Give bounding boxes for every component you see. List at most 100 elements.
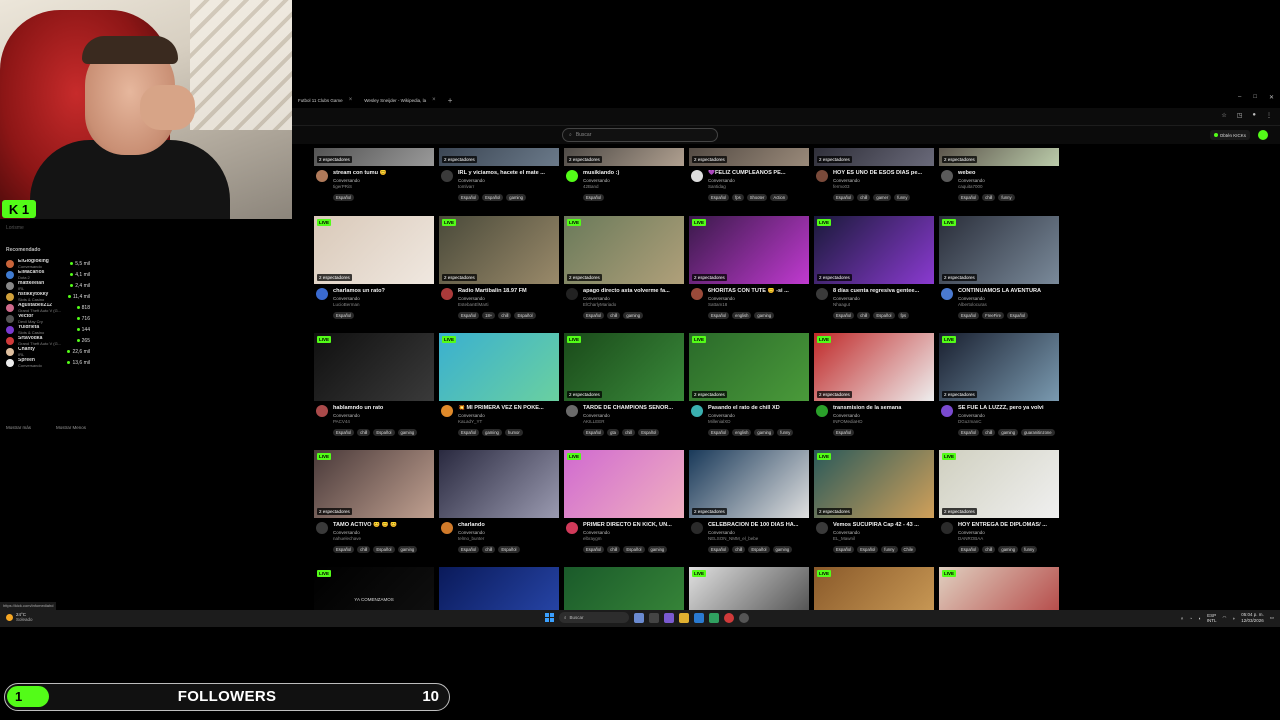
avatar[interactable] [441, 170, 453, 182]
language-indicator[interactable]: ESP INTL [1207, 613, 1217, 623]
tag-chip[interactable]: Español [857, 546, 879, 553]
tag-chip[interactable]: gaming [506, 194, 527, 201]
tag-chip[interactable]: Español [833, 194, 855, 201]
streamer-name[interactable]: Albertolocuras [958, 302, 987, 307]
stream-title[interactable]: CONTINUAMOS LA AVENTURA [958, 288, 1058, 294]
tag-chip[interactable]: Español [833, 429, 855, 436]
stream-title[interactable]: Pasando el rato de chill XD [708, 405, 808, 411]
stream-title[interactable]: PRIMER DIRECTO EN KICK, UN... [583, 522, 683, 528]
stream-category[interactable]: Conversando [458, 178, 485, 183]
tag-chip[interactable]: Español [482, 194, 504, 201]
tag-chip[interactable]: gaming [623, 312, 644, 319]
stream-card[interactable]: 2 espectadores webeo Conversando caquita700… [939, 148, 1059, 214]
tag-chip[interactable]: Español [514, 312, 536, 319]
tag-chip[interactable]: gaming [647, 546, 668, 553]
stream-thumbnail[interactable]: LIVE [814, 567, 934, 610]
stream-title[interactable]: hablamndo un rato [333, 405, 433, 411]
tag-chip[interactable]: Español [708, 194, 730, 201]
stream-thumbnail[interactable]: LIVE 2 espectadores [564, 333, 684, 401]
tag-chip[interactable]: chill [498, 312, 512, 319]
stream-card[interactable]: 2 espectadores IRL y viciamos, hacete el … [439, 148, 559, 214]
tag-chip[interactable]: gaming [998, 429, 1019, 436]
close-icon[interactable]: × [432, 97, 436, 103]
avatar[interactable] [441, 288, 453, 300]
tag-chip[interactable]: gta [607, 429, 619, 436]
stream-thumbnail[interactable]: LIVE 2 espectadores [689, 216, 809, 284]
stream-title[interactable]: stream con tumu 😊 [333, 170, 433, 176]
stream-card[interactable]: 2 espectadores CELEBRACION DE 100 DIAS HA… [689, 450, 809, 566]
streamer-name[interactable]: Santidag [708, 184, 726, 189]
avatar[interactable] [691, 405, 703, 417]
tag-chip[interactable]: gaming [772, 546, 793, 553]
tag-chip[interactable]: gaming [754, 312, 775, 319]
streamer-name[interactable]: DGuzmanC [958, 419, 982, 424]
stream-thumbnail[interactable]: LIVE 2 espectadores [689, 333, 809, 401]
streamer-name[interactable]: MillenialXD [708, 419, 731, 424]
streamer-name[interactable]: tomlvarr [458, 184, 474, 189]
avatar[interactable] [816, 288, 828, 300]
sidebar-channel[interactable]: ElGlogloking Conversando 5,5 mil [6, 258, 90, 269]
stream-thumbnail[interactable]: 2 espectadores [689, 450, 809, 518]
streamer-name[interactable]: LucioBerman [333, 302, 360, 307]
stream-card[interactable]: LIVE 2 espectadores Pasando el rato de chi… [689, 333, 809, 449]
tag-chip[interactable]: Shooter [746, 194, 768, 201]
streamer-name[interactable]: INFOMediaHD [833, 419, 863, 424]
stream-category[interactable]: Conversando [708, 413, 735, 418]
stream-category[interactable]: Conversando [333, 296, 360, 301]
stream-title[interactable]: SE FUE LA LUZZZ, pero ya volvi [958, 405, 1058, 411]
tag-chip[interactable]: funny [881, 546, 898, 553]
stream-card[interactable] [439, 567, 559, 610]
streamer-name[interactable]: tigerPRiS [333, 184, 352, 189]
avatar[interactable] [941, 170, 953, 182]
tag-chip[interactable]: Español [458, 546, 480, 553]
stream-title[interactable]: TARDE DE CHAMPIONS SEÑOR... [583, 405, 683, 411]
stream-category[interactable]: Conversando [958, 296, 985, 301]
tag-chip[interactable]: Español [958, 312, 980, 319]
tag-chip[interactable]: Español [458, 429, 480, 436]
star-icon[interactable]: ☆ [1221, 112, 1226, 119]
stream-thumbnail[interactable]: LIVE [939, 567, 1059, 610]
streamer-name[interactable]: KaLadY_YT [458, 419, 482, 424]
tag-chip[interactable]: 18+ [482, 312, 496, 319]
sidebar-channel[interactable]: ElMacarios Dota 2 4,1 mil [6, 269, 90, 280]
tag-chip[interactable]: chill [621, 429, 636, 436]
tag-chip[interactable]: Español [623, 546, 645, 553]
sidebar-channel[interactable]: Agustabell212 Grand Theft Auto V (G... 818 [6, 302, 90, 313]
user-avatar[interactable] [1258, 130, 1268, 140]
avatar[interactable] [316, 170, 328, 182]
stream-card[interactable]: LIVE 2 espectadores CONTINUAMOS LA AVENTUR… [939, 216, 1059, 332]
tag-chip[interactable]: Español [958, 429, 980, 436]
show-more-link[interactable]: Mostrar más [6, 425, 31, 430]
streamer-name[interactable]: NELSON_NMM_el_bebe [708, 536, 758, 541]
tag-chip[interactable]: Español [458, 312, 480, 319]
tag-chip[interactable]: gaming [998, 546, 1019, 553]
stream-thumbnail[interactable]: 2 espectadores [939, 148, 1059, 166]
stream-card[interactable]: LIVE PRIMER DIRECTO EN KICK, UN... Convers… [564, 450, 684, 566]
stream-category[interactable]: Conversando [708, 530, 735, 535]
profile-icon[interactable]: ● [1252, 112, 1256, 119]
maximize-button[interactable]: □ [1253, 94, 1257, 101]
sidebar-channel[interactable]: Spreen Conversando 13,6 mil [6, 357, 90, 368]
stream-title[interactable]: 8 días cuenta regresiva gentee... [833, 288, 933, 294]
tag-chip[interactable]: Español [583, 546, 605, 553]
stream-title[interactable]: 6HORITAS CON TUTE 😊 -si ... [708, 288, 808, 294]
task-view-icon[interactable] [649, 612, 659, 623]
stream-category[interactable]: Conversando [458, 296, 485, 301]
stream-thumbnail[interactable] [564, 567, 684, 610]
stream-card[interactable]: LIVE YA COMENZAMOS [314, 567, 434, 610]
extensions-icon[interactable]: ◳ [1237, 112, 1243, 119]
stream-card[interactable]: 2 espectadores HOY ES UNO DE ESOS DÍAS pe… [814, 148, 934, 214]
avatar[interactable] [316, 405, 328, 417]
tab-wikipedia[interactable]: Wesley Sneijder - Wikipedia, la × [358, 94, 441, 106]
search-input[interactable]: ⌕ Buscar [562, 128, 718, 142]
avatar[interactable] [316, 288, 328, 300]
stream-thumbnail[interactable]: LIVE 2 espectadores [939, 333, 1059, 401]
tag-chip[interactable]: Español [373, 429, 395, 436]
tag-chip[interactable]: Español [833, 546, 855, 553]
tag-chip[interactable]: chill [982, 194, 996, 201]
stream-title[interactable]: CELEBRACION DE 100 DIAS HA... [708, 522, 808, 528]
stream-category[interactable]: Conversando [583, 413, 610, 418]
tag-chip[interactable]: fps [732, 194, 744, 201]
sidebar-channel[interactable]: Yuldrieta Slots & Casino 144 [6, 324, 90, 335]
streamer-name[interactable]: DANROBAA [958, 536, 983, 541]
